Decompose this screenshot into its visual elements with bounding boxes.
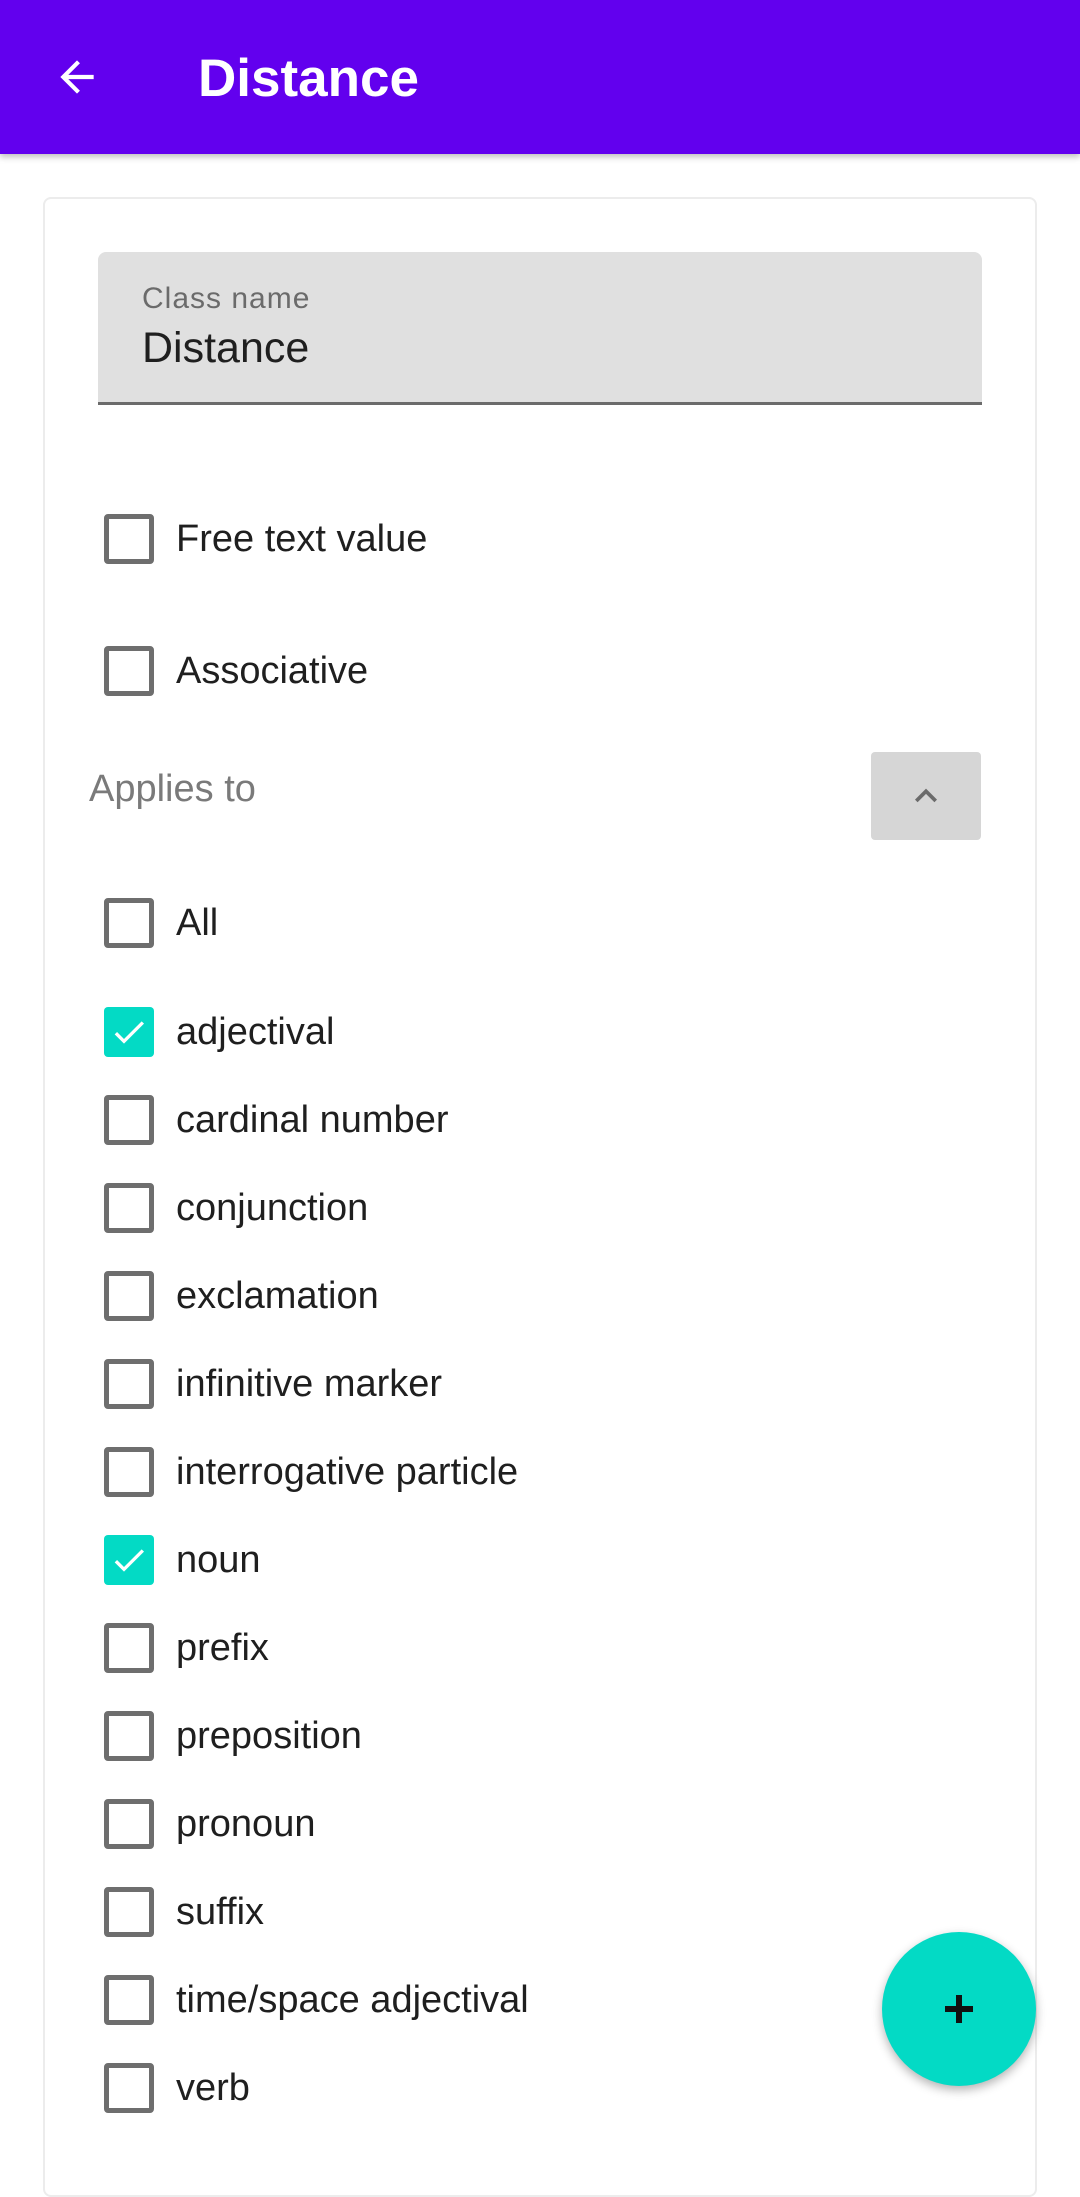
pos-item-label: cardinal number [176, 1098, 449, 1141]
pos-item-pronoun[interactable]: pronoun [104, 1796, 315, 1852]
back-button[interactable] [44, 44, 110, 110]
applies-to-label: Applies to [89, 768, 256, 810]
infinitive-marker-checkbox[interactable] [104, 1359, 154, 1409]
pos-item-label: noun [176, 1538, 261, 1581]
pos-item-adjectival[interactable]: adjectival [104, 1004, 334, 1060]
pos-item-label: adjectival [176, 1010, 335, 1053]
time-space-adjectival-checkbox[interactable] [104, 1975, 154, 2025]
pos-item-prefix[interactable]: prefix [104, 1620, 269, 1676]
pos-item-label: preposition [176, 1714, 362, 1757]
plus-icon [945, 1995, 973, 2023]
all-label: All [176, 901, 219, 944]
adjectival-checkbox[interactable] [104, 1007, 154, 1057]
pos-item-label: exclamation [176, 1274, 379, 1317]
pos-item-label: suffix [176, 1890, 265, 1933]
pos-item-infinitive-marker[interactable]: infinitive marker [104, 1356, 442, 1412]
cardinal-number-checkbox[interactable] [104, 1095, 154, 1145]
pos-item-time-space-adjectival[interactable]: time/space adjectival [104, 1972, 529, 2028]
app-bar: Distance [0, 0, 1080, 154]
associative-label: Associative [176, 649, 369, 692]
chevron-up-icon [915, 788, 937, 803]
pos-item-exclamation[interactable]: exclamation [104, 1268, 379, 1324]
pos-item-noun[interactable]: noun [104, 1532, 261, 1588]
pos-item-label: prefix [176, 1626, 269, 1669]
free-text-value-label: Free text value [176, 517, 428, 560]
pos-item-label: pronoun [176, 1802, 316, 1845]
free-text-value-checkbox[interactable] [104, 514, 154, 564]
free-text-value-checkbox-row[interactable]: Free text value [104, 511, 427, 567]
pos-item-label: conjunction [176, 1186, 369, 1229]
all-checkbox-row[interactable]: All [104, 895, 218, 951]
pos-item-interrogative-particle[interactable]: interrogative particle [104, 1444, 518, 1500]
class-name-label: Class name [142, 282, 311, 315]
pos-item-cardinal-number[interactable]: cardinal number [104, 1092, 448, 1148]
prefix-checkbox[interactable] [104, 1623, 154, 1673]
page-title: Distance [198, 49, 419, 108]
arrow-left-icon [60, 60, 94, 94]
check-icon [114, 1021, 144, 1044]
pos-item-preposition[interactable]: preposition [104, 1708, 362, 1764]
associative-checkbox[interactable] [104, 646, 154, 696]
suffix-checkbox[interactable] [104, 1887, 154, 1937]
pos-item-suffix[interactable]: suffix [104, 1884, 264, 1940]
collapse-button[interactable] [871, 752, 981, 840]
pos-item-label: interrogative particle [176, 1450, 519, 1493]
pronoun-checkbox[interactable] [104, 1799, 154, 1849]
pos-item-conjunction[interactable]: conjunction [104, 1180, 368, 1236]
class-name-value[interactable]: Distance [142, 324, 309, 373]
all-checkbox[interactable] [104, 898, 154, 948]
interrogative-particle-checkbox[interactable] [104, 1447, 154, 1497]
verb-checkbox[interactable] [104, 2063, 154, 2113]
pos-item-label: time/space adjectival [176, 1978, 529, 2021]
pos-item-label: verb [176, 2066, 250, 2109]
add-button[interactable] [882, 1932, 1036, 2086]
pos-item-label: infinitive marker [176, 1362, 443, 1405]
check-icon [114, 1549, 144, 1572]
conjunction-checkbox[interactable] [104, 1183, 154, 1233]
pos-item-verb[interactable]: verb [104, 2060, 250, 2116]
preposition-checkbox[interactable] [104, 1711, 154, 1761]
exclamation-checkbox[interactable] [104, 1271, 154, 1321]
associative-checkbox-row[interactable]: Associative [104, 643, 368, 699]
class-name-field[interactable]: Class name Distance [98, 252, 982, 405]
noun-checkbox[interactable] [104, 1535, 154, 1585]
